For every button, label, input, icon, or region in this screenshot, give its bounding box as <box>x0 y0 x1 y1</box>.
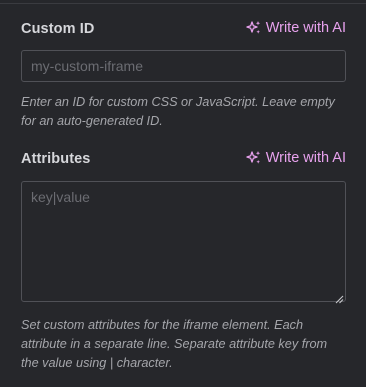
custom-id-write-with-ai-button[interactable]: Write with AI <box>246 20 346 36</box>
custom-id-header: Custom ID Write with AI <box>21 20 346 40</box>
attributes-textarea[interactable] <box>21 181 346 302</box>
resize-handle-icon[interactable] <box>335 291 344 304</box>
attributes-help-text: Set custom attributes for the iframe ele… <box>21 318 328 370</box>
sparkle-icon <box>246 20 262 36</box>
write-with-ai-label: Write with AI <box>265 20 346 36</box>
custom-id-help-text: Enter an ID for custom CSS or JavaScript… <box>21 95 335 128</box>
settings-panel: Custom ID Write with AI Enter an ID for … <box>0 0 366 387</box>
custom-id-input[interactable] <box>21 50 346 82</box>
attributes-header: Attributes Write with AI <box>21 150 346 170</box>
write-with-ai-label: Write with AI <box>265 150 346 166</box>
attributes-write-with-ai-button[interactable]: Write with AI <box>246 150 346 166</box>
sparkle-icon <box>246 150 262 166</box>
section-divider <box>0 3 366 4</box>
custom-id-label: Custom ID <box>21 21 95 37</box>
attributes-label: Attributes <box>21 151 91 167</box>
